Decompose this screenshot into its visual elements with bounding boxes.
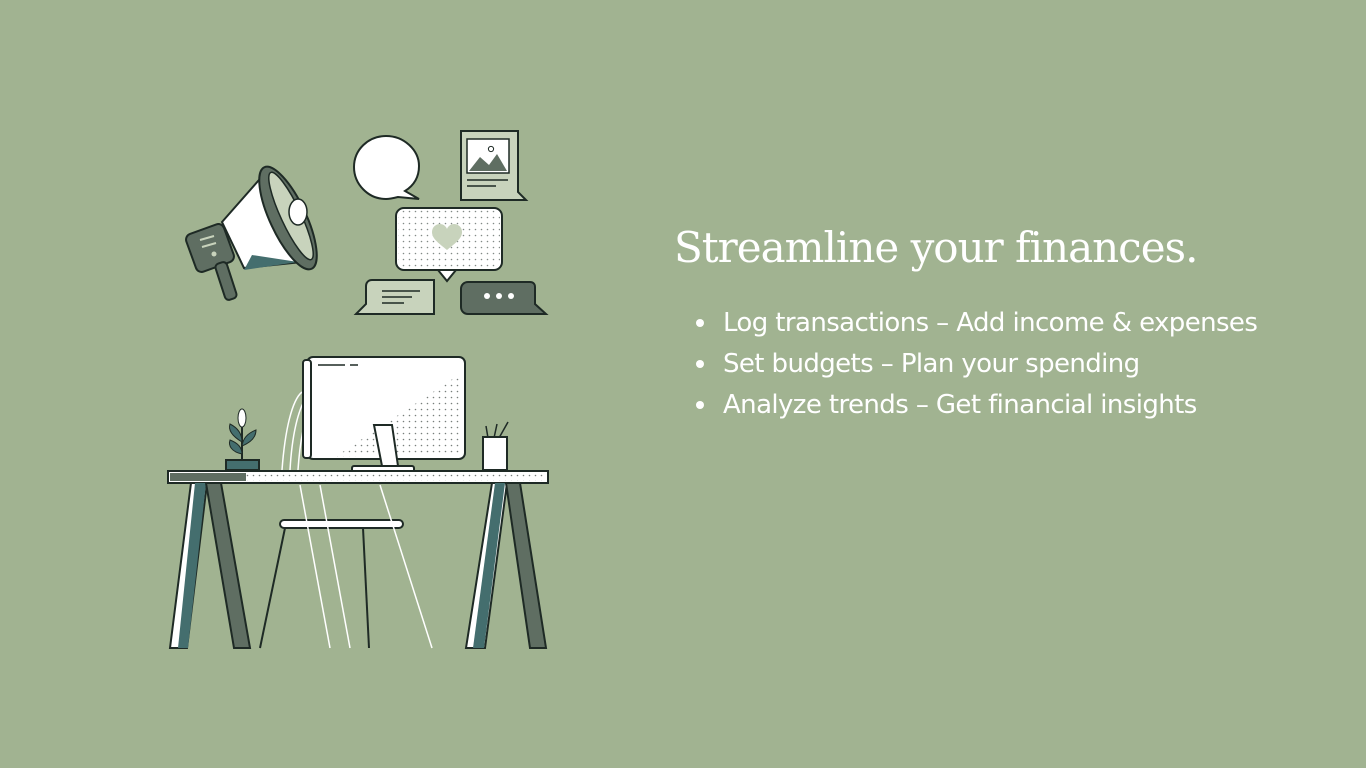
list-item: Analyze trends – Get financial insights — [696, 388, 1334, 429]
bullet-icon — [696, 319, 704, 327]
typing-message-icon — [460, 281, 549, 315]
page-title: Streamline your finances. — [674, 223, 1198, 272]
feature-list: Log transactions – Add income & expenses… — [674, 306, 1334, 429]
feature-text: Analyze trends – Get financial insights — [723, 390, 1197, 420]
list-item: Log transactions – Add income & expenses — [696, 306, 1334, 347]
image-card-icon — [460, 130, 529, 201]
monitor — [302, 356, 466, 473]
feature-text: Set budgets – Plan your spending — [723, 349, 1140, 379]
speech-bubble-icon — [352, 134, 421, 201]
megaphone-icon — [185, 165, 318, 301]
desk-illustration — [150, 120, 570, 660]
heart-message-icon — [395, 207, 503, 283]
text-message-icon — [353, 279, 435, 315]
pencil-cup — [482, 421, 509, 471]
desk — [167, 470, 549, 649]
bullet-icon — [696, 360, 704, 368]
bullet-icon — [696, 401, 704, 409]
list-item: Set budgets – Plan your spending — [696, 347, 1334, 388]
plant — [225, 408, 260, 471]
feature-text: Log transactions – Add income & expenses — [723, 308, 1258, 338]
content-panel: Streamline your finances. Log transactio… — [674, 222, 1334, 429]
